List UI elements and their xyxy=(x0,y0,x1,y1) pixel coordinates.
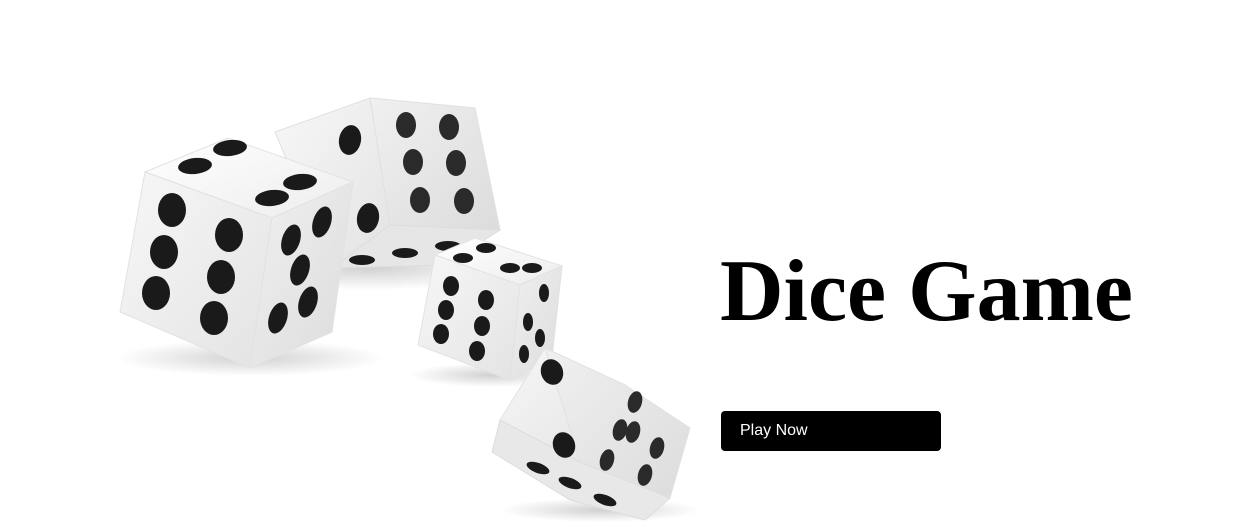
landing-page: Dice Game Play Now xyxy=(0,0,1255,527)
page-title: Dice Game xyxy=(720,243,1133,340)
dice-illustration xyxy=(115,97,700,522)
play-now-button[interactable]: Play Now xyxy=(721,411,941,451)
hero-text: Dice Game xyxy=(720,248,1240,336)
